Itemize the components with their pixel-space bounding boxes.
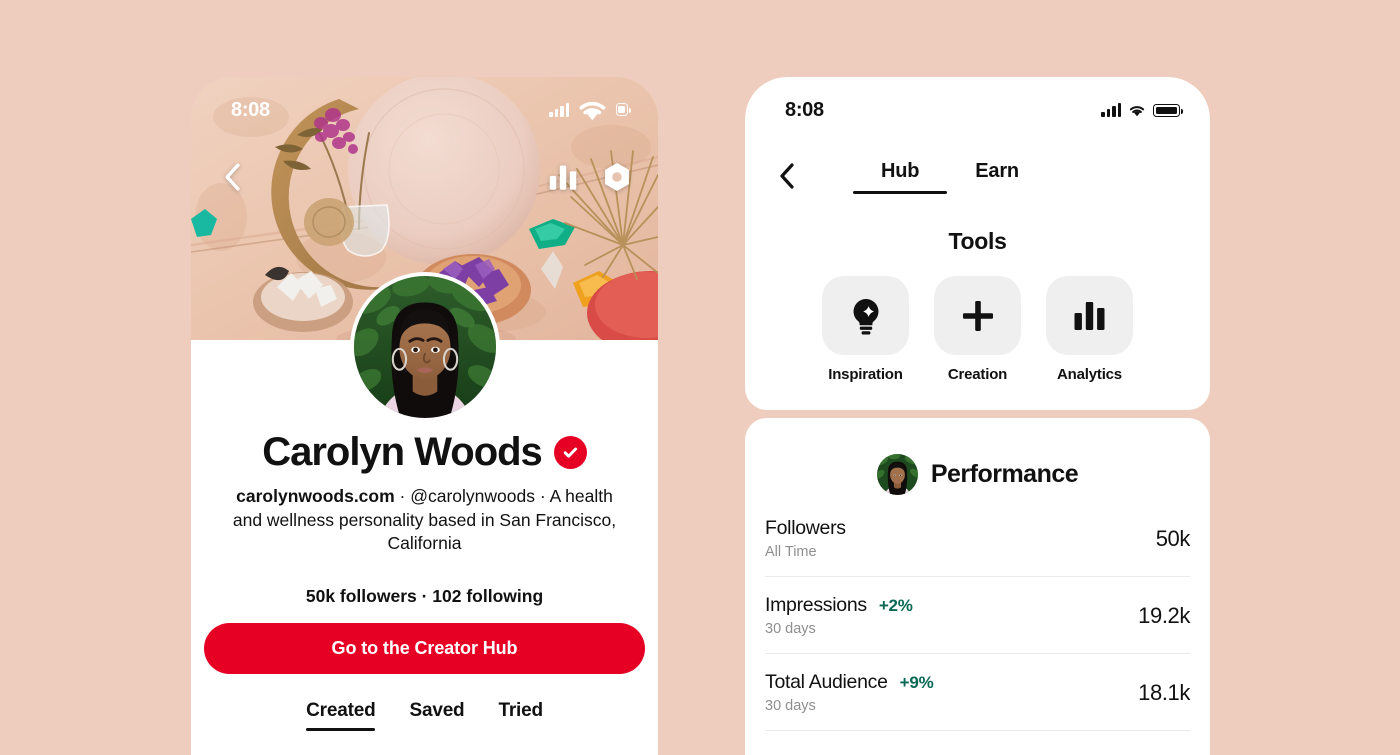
avatar[interactable] <box>349 272 500 422</box>
metric-labels: Total Audience +9% 30 days <box>765 671 934 714</box>
metric-name: Total Audience <box>765 671 888 693</box>
performance-metrics-list: Followers All Time 50k Impressions +2% 3… <box>765 500 1190 731</box>
lightbulb-sparkle-icon <box>853 298 878 334</box>
metric-period: 30 days <box>765 698 816 714</box>
back-chevron-icon[interactable] <box>217 162 247 192</box>
profile-details-panel: Carolyn Woods carolynwoods.com · @caroly… <box>191 272 658 755</box>
metric-value: 50k <box>1155 525 1191 551</box>
status-icons <box>1101 103 1183 117</box>
tool-creation[interactable]: Creation <box>934 276 1021 383</box>
wifi-icon <box>1129 105 1145 116</box>
plus-icon <box>962 300 993 331</box>
metric-delta: +9% <box>899 673 934 692</box>
tools-card: 8:08 Hub Earn Tools Inspiration Creation… <box>745 77 1210 410</box>
metric-top-row: Followers <box>765 517 858 540</box>
page-title: Carolyn Woods <box>262 430 543 474</box>
metric-top-row: Total Audience +9% <box>765 671 934 694</box>
tab-hub[interactable]: Hub <box>853 160 948 194</box>
metric-row-followers[interactable]: Followers All Time 50k <box>765 500 1190 577</box>
hexagon-settings-icon[interactable] <box>602 162 632 192</box>
hub-navigation-bar: Hub Earn <box>745 155 1210 199</box>
tools-section-title: Tools <box>948 228 1007 254</box>
tab-earn[interactable]: Earn <box>947 160 1047 194</box>
back-chevron-icon[interactable] <box>771 161 801 191</box>
tab-tried[interactable]: Tried <box>498 700 543 731</box>
avatar[interactable] <box>876 454 918 495</box>
status-bar-right: 8:08 <box>745 77 1210 129</box>
tab-created[interactable]: Created <box>306 700 376 731</box>
tool-inspiration-tile[interactable] <box>822 276 909 355</box>
cellular-signal-icon <box>1101 103 1121 117</box>
avatar-image <box>353 276 496 418</box>
phone-left-profile-screen: 8:08 Carolyn Woods carolynwoods.com · @c… <box>191 77 658 755</box>
bar-chart-icon[interactable] <box>548 162 578 192</box>
tool-analytics-tile[interactable] <box>1046 276 1133 355</box>
metric-delta: +2% <box>878 596 913 615</box>
tool-creation-label: Creation <box>947 366 1008 383</box>
status-bar-left: 8:08 <box>191 77 658 129</box>
bar-chart-icon <box>1074 302 1105 330</box>
metric-row-impressions[interactable]: Impressions +2% 30 days 19.2k <box>765 577 1190 654</box>
profile-stats[interactable]: 50k followers · 102 following <box>191 586 658 607</box>
battery-icon <box>615 103 631 117</box>
battery-icon <box>1153 103 1183 117</box>
metric-labels: Impressions +2% 30 days <box>765 594 913 637</box>
metric-value: 18.1k <box>1138 679 1190 705</box>
tool-inspiration[interactable]: Inspiration <box>822 276 909 383</box>
tool-analytics[interactable]: Analytics <box>1046 276 1133 383</box>
cover-action-bar <box>191 155 658 199</box>
tool-analytics-label: Analytics <box>1057 366 1122 383</box>
metric-labels: Followers All Time <box>765 517 858 560</box>
status-time: 8:08 <box>231 98 270 121</box>
hub-tab-group: Hub Earn <box>853 160 1047 194</box>
metric-value: 19.2k <box>1138 602 1190 628</box>
performance-header: Performance <box>745 454 1210 495</box>
status-icons <box>549 98 631 122</box>
tab-saved[interactable]: Saved <box>409 700 464 731</box>
metric-name: Followers <box>765 517 846 539</box>
metric-name: Impressions <box>765 594 867 616</box>
verified-check-icon <box>553 435 587 469</box>
profile-bio-link[interactable]: carolynwoods.com <box>236 486 395 506</box>
metric-period: All Time <box>765 544 817 560</box>
performance-card: Performance Followers All Time 50k Impre… <box>745 418 1210 755</box>
profile-bio: carolynwoods.com · @carolynwoods · A hea… <box>227 485 622 556</box>
profile-tabs: Created Saved Tried <box>191 700 658 731</box>
go-to-creator-hub-button[interactable]: Go to the Creator Hub <box>204 623 645 674</box>
wifi-icon <box>579 102 606 121</box>
metric-top-row: Impressions +2% <box>765 594 913 617</box>
status-time: 8:08 <box>785 98 824 121</box>
metric-period: 30 days <box>765 621 816 637</box>
cellular-signal-icon <box>549 102 569 117</box>
tools-grid: Inspiration Creation Analytics <box>745 276 1210 383</box>
tool-creation-tile[interactable] <box>934 276 1021 355</box>
profile-name-row: Carolyn Woods <box>191 432 658 472</box>
performance-title: Performance <box>930 460 1079 488</box>
phone-right-creator-hub-screen: 8:08 Hub Earn Tools Inspiration Creation… <box>745 77 1210 755</box>
cover-action-icons-right <box>548 162 632 192</box>
profile-bio-sep: · <box>394 486 411 506</box>
tool-inspiration-label: Inspiration <box>828 366 903 383</box>
metric-row-total-audience[interactable]: Total Audience +9% 30 days 18.1k <box>765 654 1190 731</box>
